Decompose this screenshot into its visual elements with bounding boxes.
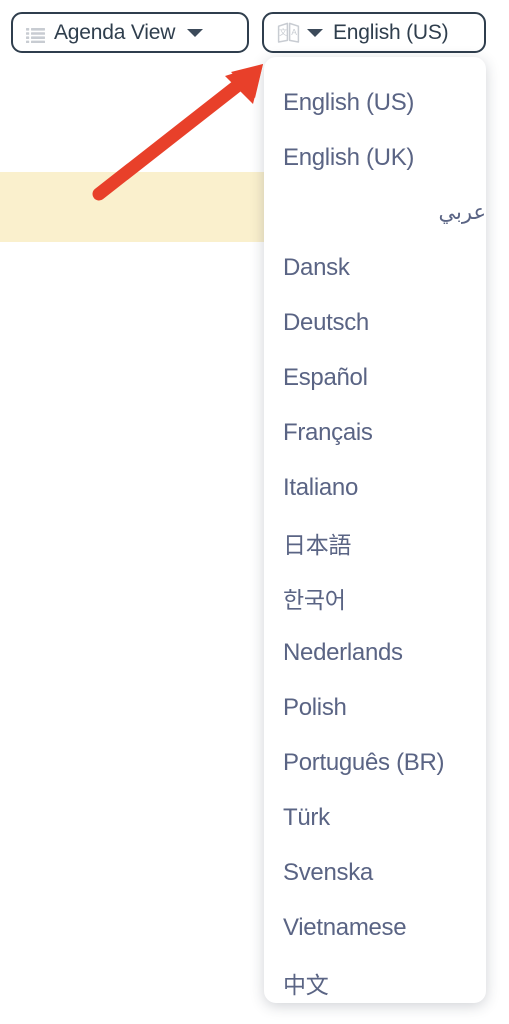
language-option-label: Vietnamese <box>283 913 407 941</box>
language-option-label: English (US) <box>283 88 415 116</box>
language-option-label: Français <box>283 418 373 446</box>
language-option[interactable]: 한국어 <box>264 570 486 625</box>
language-option[interactable]: Türk <box>264 790 486 845</box>
language-option-label: Deutsch <box>283 308 369 336</box>
language-option[interactable]: English (US) <box>264 75 486 130</box>
language-option-label: 日本語 <box>283 531 352 558</box>
toolbar: Agenda View 文 A English (US) <box>0 0 509 62</box>
language-option[interactable]: Polish <box>264 680 486 735</box>
language-option[interactable]: Português (BR) <box>264 735 486 790</box>
list-icon <box>26 25 45 44</box>
language-option[interactable]: Svenska <box>264 845 486 900</box>
language-dropdown-menu[interactable]: English (US) English (UK) عربي Dansk Deutsch… <box>264 57 486 1003</box>
language-option[interactable]: Nederlands <box>264 625 486 680</box>
language-option-label: Svenska <box>283 858 373 886</box>
language-option-label: English (UK) <box>283 143 415 171</box>
language-option[interactable]: Italiano <box>264 460 486 515</box>
highlighted-row-band <box>0 172 268 242</box>
language-option-label: عربي <box>438 201 486 224</box>
agenda-view-button[interactable]: Agenda View <box>11 12 249 53</box>
language-option-label: 한국어 <box>283 586 346 613</box>
language-option[interactable]: Vietnamese <box>264 900 486 955</box>
agenda-view-label: Agenda View <box>54 21 176 44</box>
language-option-label: 中文 <box>283 971 329 998</box>
language-option[interactable]: 中文 <box>264 955 486 1003</box>
chevron-down-icon <box>187 28 204 37</box>
svg-text:A: A <box>291 27 297 37</box>
language-option-label: Español <box>283 363 368 391</box>
svg-text:文: 文 <box>279 27 287 37</box>
language-option[interactable]: Dansk <box>264 240 486 295</box>
language-option-label: Türk <box>283 803 330 831</box>
language-option[interactable]: Deutsch <box>264 295 486 350</box>
language-option[interactable]: 日本語 <box>264 515 486 570</box>
language-option-label: Nederlands <box>283 638 403 666</box>
language-option[interactable]: Français <box>264 405 486 460</box>
language-selector-label: English (US) <box>333 21 449 44</box>
language-option[interactable]: Español <box>264 350 486 405</box>
language-option-label: Italiano <box>283 473 358 501</box>
language-selector-button[interactable]: 文 A English (US) <box>262 12 486 53</box>
language-option-label: Dansk <box>283 253 350 281</box>
language-option[interactable]: English (UK) <box>264 130 486 185</box>
language-option-label: Português (BR) <box>283 748 445 776</box>
chevron-down-icon <box>307 28 323 37</box>
language-option[interactable]: عربي <box>264 185 486 240</box>
language-option-label: Polish <box>283 693 347 721</box>
translate-icon: 文 A <box>277 22 300 43</box>
